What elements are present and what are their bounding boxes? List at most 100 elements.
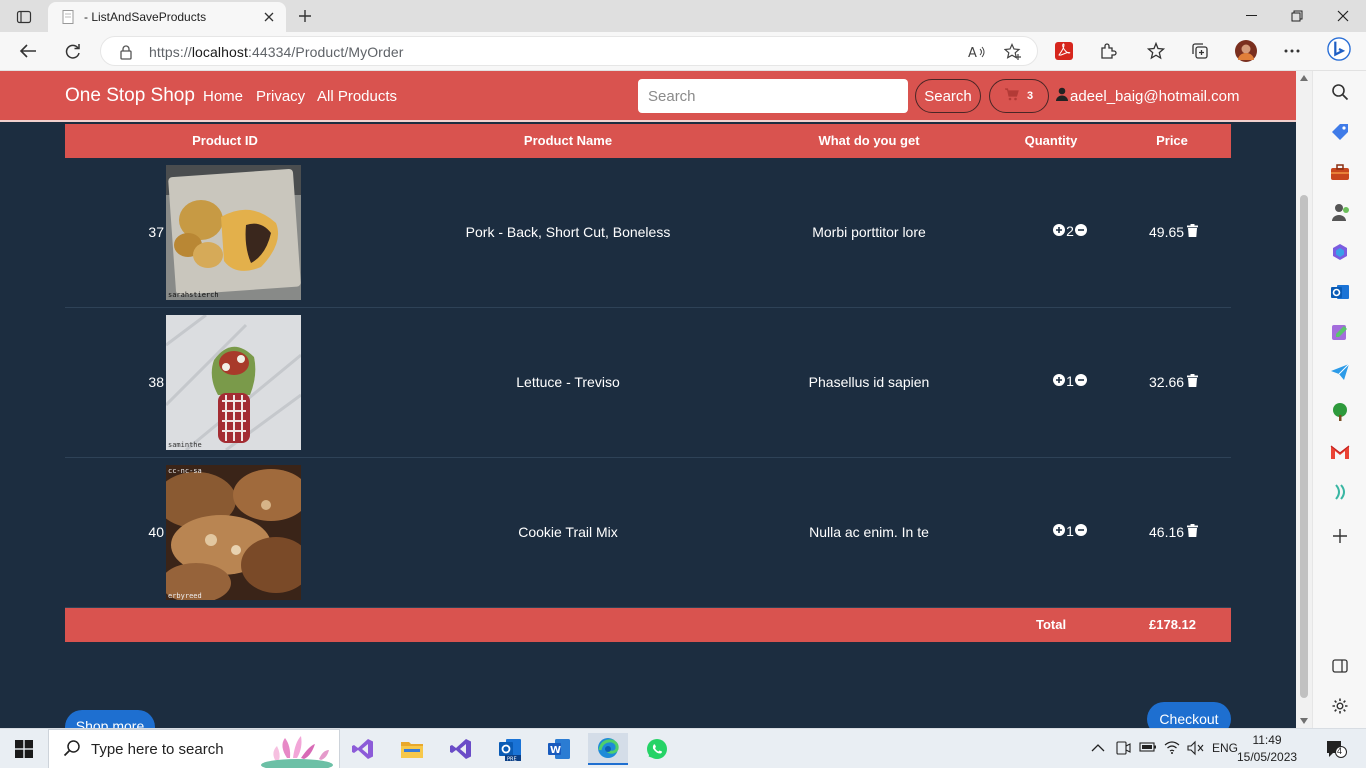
bing-copilot-icon[interactable] [1327,37,1351,61]
whatsapp-icon[interactable] [637,733,677,765]
plus-circle-icon[interactable] [1053,223,1066,239]
tools-briefcase-icon[interactable] [1329,161,1351,183]
add-icon[interactable] [1329,525,1351,547]
gmail-icon[interactable] [1329,441,1351,463]
user-account-link[interactable]: adeel_baig@hotmail.com [1056,87,1240,105]
edge-browser-icon[interactable] [588,733,628,765]
profile-avatar[interactable] [1234,39,1258,63]
trash-icon[interactable] [1187,224,1199,240]
header-product-name: Product Name [523,133,613,148]
taskbar-search-placeholder: Type here to search [91,740,224,758]
checkout-button[interactable]: Checkout [1147,702,1231,728]
microsoft-365-icon[interactable] [1329,241,1351,263]
close-window-button[interactable] [1320,2,1366,30]
minimize-button[interactable] [1228,2,1274,30]
pdf-extension-icon[interactable] [1052,39,1076,63]
drop-icon[interactable] [1329,321,1351,343]
collections-icon[interactable] [1188,39,1212,63]
maximize-button[interactable] [1274,2,1320,30]
page-scrollbar[interactable] [1296,71,1312,728]
svg-text:erbyreed: erbyreed [168,592,202,600]
nav-link-privacy[interactable]: Privacy [256,88,305,105]
product-description: Morbi porttitor lore [812,224,926,240]
nav-link-home[interactable]: Home [203,88,243,105]
lotus-flower-icon [257,732,339,768]
language-indicator[interactable]: ENG [1212,741,1238,755]
cart-icon [1004,88,1019,104]
plus-circle-icon[interactable] [1053,373,1066,389]
minus-circle-icon[interactable] [1074,373,1087,389]
settings-more-icon[interactable] [1280,39,1304,63]
refresh-button[interactable] [57,37,87,65]
search-icon[interactable] [1329,81,1351,103]
table-footer-row: Total £178.12 [65,608,1231,642]
tree-icon[interactable] [1329,401,1351,423]
search-input[interactable] [638,79,908,113]
header-product-id: Product ID [192,133,258,148]
address-bar[interactable]: https://localhost:44334/Product/MyOrder … [100,36,1038,66]
wifi-icon[interactable] [1163,740,1181,757]
copilot-app-icon[interactable] [1329,481,1351,503]
scroll-down-arrow-icon[interactable] [1300,718,1308,724]
outlook-preview-icon[interactable]: PRE [490,733,530,765]
split-screen-icon[interactable] [1329,655,1351,677]
send-icon[interactable] [1329,361,1351,383]
gear-icon[interactable] [1329,695,1351,717]
back-button[interactable] [13,37,43,65]
close-tab-icon[interactable] [260,8,278,26]
games-icon[interactable] [1329,201,1351,223]
minus-circle-icon[interactable] [1074,223,1087,239]
visual-studio-icon[interactable] [343,733,383,765]
shopping-tag-icon[interactable] [1329,121,1351,143]
total-label: Total [1036,617,1067,632]
extensions-icon[interactable] [1096,39,1120,63]
favorites-icon[interactable] [1144,39,1168,63]
notification-count: 4 [1337,746,1343,756]
order-table: Product ID Product Name What do you get … [65,124,1231,642]
windows-taskbar: Type here to search PRE W ENG 11:49 15/0… [0,728,1366,768]
product-name: Cookie Trail Mix [518,524,618,540]
volume-muted-icon[interactable] [1186,740,1204,759]
browser-tab[interactable]: - ListAndSaveProducts [48,2,286,32]
trash-icon[interactable] [1187,374,1199,390]
windows-start-button[interactable] [0,729,48,768]
product-description: Phasellus id sapien [808,374,930,390]
lock-icon[interactable] [119,44,133,63]
system-clock[interactable]: 11:49 15/05/2023 [1237,732,1297,766]
trash-icon[interactable] [1187,524,1199,540]
table-row: 37 sarahstierch Pork - Back, Short Cut, … [65,158,1231,308]
add-favorite-icon[interactable] [1003,43,1023,61]
notification-center-icon[interactable]: 4 [1325,739,1347,762]
product-name: Lettuce - Treviso [516,374,620,390]
chevron-up-icon[interactable] [1091,741,1105,756]
plus-circle-icon[interactable] [1053,523,1066,539]
price-cell: 46.16 [1149,524,1199,540]
user-email: adeel_baig@hotmail.com [1070,87,1240,105]
table-row: 40 cc-nc-sa erbyreed Cookie Trail Mix Nu… [65,458,1231,608]
scroll-up-arrow-icon[interactable] [1300,75,1308,81]
file-explorer-icon[interactable] [392,733,432,765]
svg-text:saminthe: saminthe [168,441,202,449]
outlook-icon[interactable] [1329,281,1351,303]
search-button[interactable]: Search [915,79,981,113]
header-what-you-get: What do you get [818,133,920,148]
read-aloud-icon[interactable]: A [967,43,987,61]
battery-icon[interactable] [1139,741,1157,756]
table-row: 38 saminthe Lettuce - Treviso Phasellus … [65,308,1231,458]
site-brand[interactable]: One Stop Shop [65,85,195,107]
svg-text:cc-nc-sa: cc-nc-sa [168,467,202,475]
meet-now-icon[interactable] [1115,740,1131,759]
product-id: 37 [148,224,164,240]
taskbar-search-box[interactable]: Type here to search [48,729,340,768]
quantity-value: 1 [1066,523,1074,539]
user-icon [1056,87,1068,105]
cart-button[interactable]: 3 [989,79,1049,113]
word-icon[interactable]: W [539,733,579,765]
nav-link-all-products[interactable]: All Products [317,88,397,105]
scrollbar-thumb[interactable] [1300,195,1308,698]
minus-circle-icon[interactable] [1074,523,1087,539]
shop-more-button[interactable]: Shop more [65,710,155,728]
new-tab-button[interactable] [292,5,318,27]
visual-studio-preview-icon[interactable] [441,733,481,765]
tab-actions-icon[interactable] [10,6,38,28]
